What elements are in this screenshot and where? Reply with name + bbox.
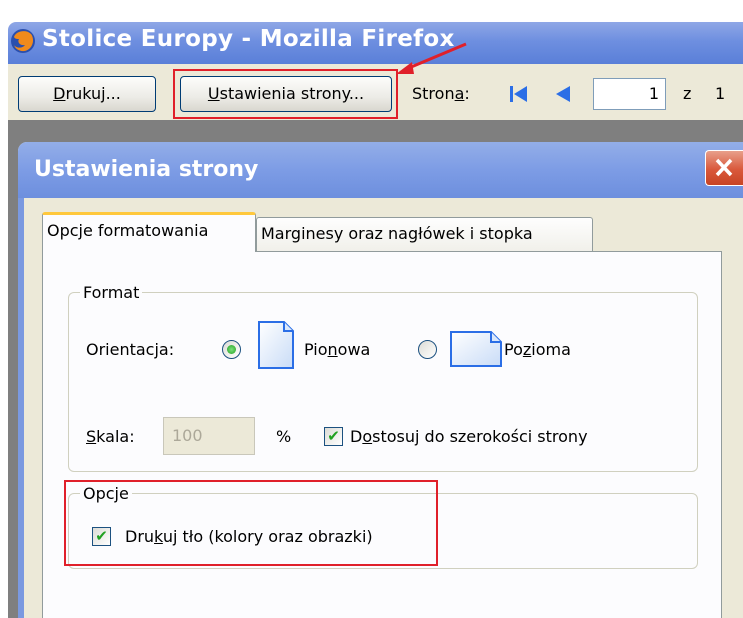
dialog-frame — [18, 198, 24, 618]
print-button[interactable]: Drukuj... — [18, 76, 156, 112]
scale-label: Skala: — [86, 427, 135, 446]
tab-formatting-options[interactable]: Opcje formatowania — [42, 212, 256, 252]
total-pages: 1 — [715, 84, 726, 103]
page-label: Strona: — [412, 84, 470, 103]
portrait-page-icon — [258, 321, 294, 369]
highlight-box-options — [64, 480, 438, 566]
landscape-radio[interactable] — [418, 340, 437, 359]
highlight-box-page-setup — [173, 69, 398, 119]
landscape-page-icon — [450, 331, 502, 367]
close-icon — [715, 158, 733, 177]
portrait-label[interactable]: Pionowa — [304, 340, 370, 359]
first-page-icon[interactable] — [508, 83, 530, 105]
annotation-arrow-icon — [396, 42, 467, 74]
shrink-to-fit-label[interactable]: Dostosuj do szerokości strony — [350, 427, 588, 446]
percent-label: % — [276, 427, 292, 446]
format-legend: Format — [80, 283, 143, 302]
page-number-input[interactable]: 1 — [593, 78, 666, 110]
of-label: z — [683, 84, 692, 103]
dialog-close-button[interactable] — [705, 150, 743, 186]
print-label: rukuj... — [65, 84, 121, 103]
shrink-to-fit-checkbox[interactable]: ✔ — [324, 427, 343, 446]
orientation-label: Orientacja: — [86, 340, 175, 359]
tab-margins-header-footer[interactable]: Marginesy oraz nagłówek i stopka — [256, 217, 593, 251]
firefox-logo-icon — [11, 29, 35, 53]
portrait-radio[interactable] — [222, 340, 241, 359]
dialog-title: Ustawienia strony — [34, 157, 259, 182]
print-label-mnemonic: D — [53, 84, 66, 103]
landscape-label[interactable]: Pozioma — [504, 340, 571, 359]
scale-input[interactable]: 100 — [163, 417, 255, 455]
previous-page-icon[interactable] — [552, 83, 574, 105]
